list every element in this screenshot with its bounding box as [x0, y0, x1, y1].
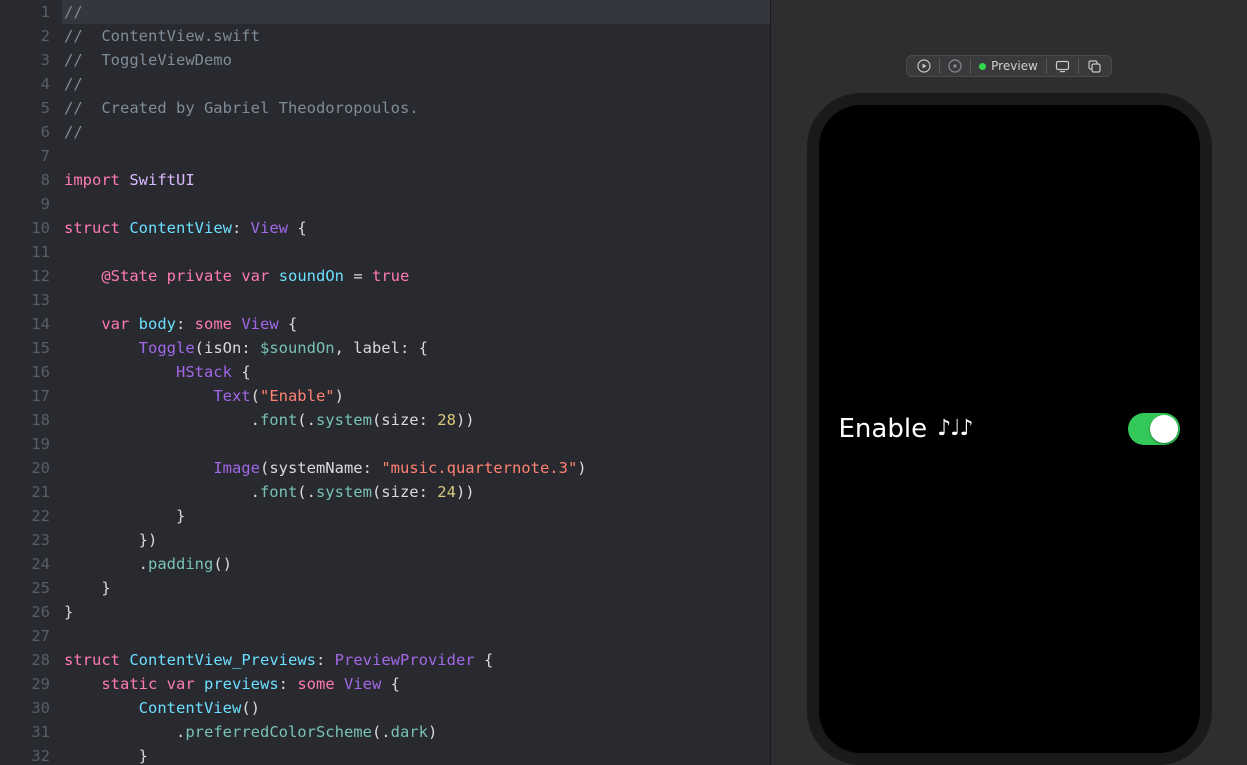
sound-toggle-switch[interactable]: [1128, 413, 1180, 445]
line-number: 3: [0, 48, 50, 72]
music-quarternote-icon: ♪♩♪: [937, 418, 972, 440]
code-line[interactable]: // ContentView.swift: [64, 24, 770, 48]
line-number: 25: [0, 576, 50, 600]
line-number: 28: [0, 648, 50, 672]
code-line[interactable]: [64, 144, 770, 168]
code-line[interactable]: Image(systemName: "music.quarternote.3"): [64, 456, 770, 480]
code-line[interactable]: }: [64, 504, 770, 528]
code-line[interactable]: .padding(): [64, 552, 770, 576]
line-number: 5: [0, 96, 50, 120]
line-number: 1: [0, 0, 50, 24]
line-number: 15: [0, 336, 50, 360]
line-number: 8: [0, 168, 50, 192]
toggle-row: Enable ♪♩♪: [839, 413, 1180, 445]
switch-knob: [1150, 415, 1178, 443]
line-number: 23: [0, 528, 50, 552]
line-number: 21: [0, 480, 50, 504]
code-line[interactable]: [64, 240, 770, 264]
code-line[interactable]: //: [64, 0, 770, 24]
code-area[interactable]: //// ContentView.swift// ToggleViewDemo/…: [62, 0, 770, 765]
toggle-text: Enable: [839, 414, 928, 444]
code-line[interactable]: struct ContentView_Previews: PreviewProv…: [64, 648, 770, 672]
line-number: 24: [0, 552, 50, 576]
code-editor[interactable]: 1234567891011121314151617181920212223242…: [0, 0, 770, 765]
toolbar-separator: [1078, 58, 1079, 74]
line-number: 31: [0, 720, 50, 744]
code-line[interactable]: import SwiftUI: [64, 168, 770, 192]
line-number: 27: [0, 624, 50, 648]
toolbar-separator: [1046, 58, 1047, 74]
line-number: 12: [0, 264, 50, 288]
code-line[interactable]: [64, 192, 770, 216]
code-line[interactable]: [64, 432, 770, 456]
code-line[interactable]: HStack {: [64, 360, 770, 384]
code-line[interactable]: }): [64, 528, 770, 552]
line-number: 16: [0, 360, 50, 384]
code-line[interactable]: @State private var soundOn = true: [64, 264, 770, 288]
line-number: 13: [0, 288, 50, 312]
code-line[interactable]: .font(.system(size: 28)): [64, 408, 770, 432]
toolbar-separator: [939, 58, 940, 74]
code-line[interactable]: //: [64, 120, 770, 144]
code-line[interactable]: .font(.system(size: 24)): [64, 480, 770, 504]
line-number: 14: [0, 312, 50, 336]
line-number: 20: [0, 456, 50, 480]
line-number-gutter: 1234567891011121314151617181920212223242…: [0, 0, 62, 765]
preview-status-dot-icon: [979, 63, 986, 70]
live-preview-play-button[interactable]: [911, 56, 937, 76]
code-line[interactable]: }: [64, 600, 770, 624]
code-line[interactable]: }: [64, 576, 770, 600]
line-number: 22: [0, 504, 50, 528]
line-number: 32: [0, 744, 50, 765]
line-number: 19: [0, 432, 50, 456]
line-number: 6: [0, 120, 50, 144]
code-line[interactable]: [64, 624, 770, 648]
device-frame: Enable ♪♩♪: [807, 93, 1212, 765]
code-line[interactable]: [64, 288, 770, 312]
line-number: 17: [0, 384, 50, 408]
code-line[interactable]: struct ContentView: View {: [64, 216, 770, 240]
preview-pane: Preview Enable ♪♩♪: [770, 0, 1247, 765]
code-line[interactable]: }: [64, 744, 770, 765]
code-line[interactable]: .preferredColorScheme(.dark): [64, 720, 770, 744]
toggle-label: Enable ♪♩♪: [839, 414, 973, 444]
code-line[interactable]: static var previews: some View {: [64, 672, 770, 696]
line-number: 11: [0, 240, 50, 264]
preview-pin-button[interactable]: [942, 56, 968, 76]
preview-toolbar: Preview: [906, 55, 1112, 77]
line-number: 7: [0, 144, 50, 168]
code-line[interactable]: Text("Enable"): [64, 384, 770, 408]
toolbar-separator: [970, 58, 971, 74]
line-number: 30: [0, 696, 50, 720]
line-number: 4: [0, 72, 50, 96]
duplicate-preview-button[interactable]: [1081, 56, 1107, 76]
device-settings-button[interactable]: [1049, 56, 1076, 76]
device-screen: Enable ♪♩♪: [819, 105, 1200, 753]
preview-status-label: Preview: [991, 59, 1038, 73]
line-number: 26: [0, 600, 50, 624]
line-number: 29: [0, 672, 50, 696]
code-line[interactable]: //: [64, 72, 770, 96]
line-number: 9: [0, 192, 50, 216]
line-number: 18: [0, 408, 50, 432]
code-line[interactable]: Toggle(isOn: $soundOn, label: {: [64, 336, 770, 360]
code-line[interactable]: var body: some View {: [64, 312, 770, 336]
code-line[interactable]: // Created by Gabriel Theodoropoulos.: [64, 96, 770, 120]
line-number: 10: [0, 216, 50, 240]
code-line[interactable]: // ToggleViewDemo: [64, 48, 770, 72]
preview-status[interactable]: Preview: [973, 56, 1044, 76]
line-number: 2: [0, 24, 50, 48]
code-line[interactable]: ContentView(): [64, 696, 770, 720]
